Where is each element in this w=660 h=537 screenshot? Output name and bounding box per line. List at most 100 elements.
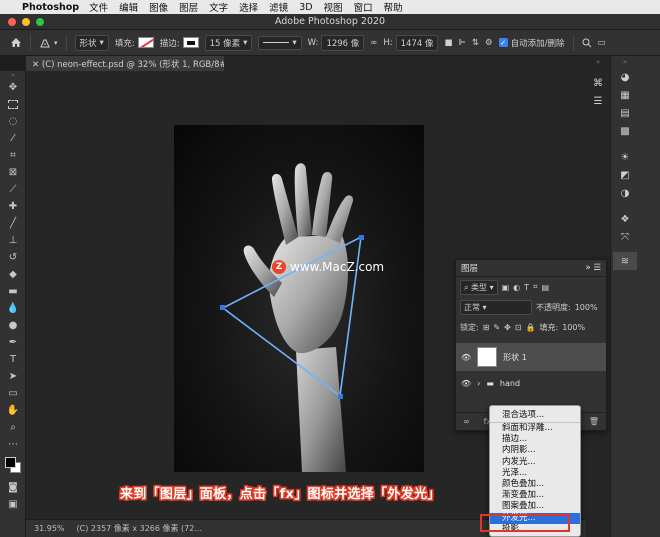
zoom-tool-icon[interactable]: ⌕ bbox=[0, 419, 26, 436]
path-arrangement-icon[interactable]: ⇅ bbox=[472, 38, 479, 48]
channels-panel-icon[interactable]: ❖ bbox=[613, 210, 637, 228]
menu-layer[interactable]: 图层 bbox=[179, 0, 198, 14]
learn-panel-icon[interactable]: ☀ bbox=[613, 148, 637, 166]
delete-layer-icon[interactable]: 🗑 bbox=[589, 417, 599, 426]
adjustments-panel-icon[interactable]: ◑ bbox=[613, 184, 637, 202]
layer-name[interactable]: 形状 1 bbox=[503, 352, 527, 363]
type-tool-icon[interactable]: T bbox=[0, 351, 26, 368]
gradient-tool-icon[interactable]: ▬ bbox=[0, 283, 26, 300]
layers-panel-icon[interactable]: ≋ bbox=[613, 252, 637, 270]
crop-tool-icon[interactable]: ⌗ bbox=[0, 147, 26, 164]
home-icon[interactable] bbox=[10, 37, 22, 48]
filter-smart-object-icon[interactable]: ▤ bbox=[542, 283, 550, 292]
menu-item-inner-glow[interactable]: 内发光... bbox=[490, 457, 580, 468]
shape-mode-select[interactable]: 形状 ▾ bbox=[74, 34, 109, 51]
dodge-tool-icon[interactable]: ● bbox=[0, 317, 26, 334]
magic-wand-tool-icon[interactable]: ⁄ bbox=[0, 130, 26, 147]
libraries-panel-icon[interactable]: ◩ bbox=[613, 166, 637, 184]
eyedropper-tool-icon[interactable]: ⟋ bbox=[0, 181, 26, 198]
layers-panel-title[interactable]: 图层 bbox=[461, 262, 478, 274]
pen-tool-preset[interactable]: ▾ bbox=[39, 37, 58, 49]
filter-kind-select[interactable]: ⌕ 类型 ▾ bbox=[460, 279, 498, 295]
blend-mode-select[interactable]: 正常 ▾ bbox=[460, 299, 532, 315]
path-selection-tool-icon[interactable]: ➤ bbox=[0, 368, 26, 385]
menu-item-satin[interactable]: 光泽... bbox=[490, 468, 580, 479]
lock-all-icon[interactable]: 🔒 bbox=[526, 323, 536, 332]
height-field[interactable]: H: 1474 像 bbox=[383, 34, 439, 51]
gear-icon[interactable]: ⚙ bbox=[485, 38, 493, 48]
layer-name[interactable]: hand bbox=[500, 379, 520, 388]
filter-type-icon[interactable]: T bbox=[524, 283, 529, 292]
menu-select[interactable]: 选择 bbox=[239, 0, 258, 14]
document-canvas[interactable] bbox=[174, 125, 424, 472]
app-menu[interactable]: Photoshop bbox=[22, 2, 79, 13]
more-tools-icon[interactable]: ⋯ bbox=[0, 436, 26, 453]
brush-tool-icon[interactable]: ╱ bbox=[0, 215, 26, 232]
color-swatches[interactable] bbox=[0, 453, 26, 479]
history-brush-tool-icon[interactable]: ↺ bbox=[0, 249, 26, 266]
menu-item-blending-options[interactable]: 混合选项... bbox=[490, 409, 580, 423]
pen-tool-icon[interactable]: ✒ bbox=[0, 334, 26, 351]
link-icon[interactable]: ∞ bbox=[370, 38, 377, 48]
stroke-swatch[interactable] bbox=[182, 37, 199, 48]
toolbar-collapse-icon[interactable]: » bbox=[0, 71, 26, 79]
stroke-width-input[interactable]: 15 像素 ▾ bbox=[204, 34, 253, 51]
screen-mode-icon[interactable]: ▣ bbox=[0, 496, 26, 513]
lasso-tool-icon[interactable]: ◌ bbox=[0, 113, 26, 130]
dock-collapse-icon[interactable]: « bbox=[586, 56, 610, 68]
move-tool-icon[interactable]: ✥ bbox=[0, 79, 26, 96]
menu-item-stroke[interactable]: 描边... bbox=[490, 434, 580, 445]
history-panel-icon[interactable]: ⌘ bbox=[586, 74, 610, 92]
foreground-color[interactable] bbox=[5, 457, 16, 468]
expand-group-icon[interactable]: › bbox=[477, 379, 480, 388]
menu-item-gradient-overlay[interactable]: 渐变叠加... bbox=[490, 490, 580, 501]
lock-pixels-icon[interactable]: ⊞ bbox=[483, 323, 490, 332]
close-tab-icon[interactable]: ✕ bbox=[32, 60, 42, 70]
path-operations-icon[interactable]: ■ bbox=[444, 38, 452, 48]
visibility-eye-icon[interactable]: 👁 bbox=[461, 353, 471, 362]
width-value[interactable]: 1296 像 bbox=[321, 34, 365, 51]
rectangle-tool-icon[interactable]: ▭ bbox=[0, 385, 26, 402]
layer-row[interactable]: 👁 › ▬ hand bbox=[456, 371, 606, 395]
menu-item-bevel-emboss[interactable]: 斜面和浮雕... bbox=[490, 423, 580, 434]
workspace-icon[interactable]: ▭ bbox=[598, 38, 606, 48]
fill-input[interactable]: 100% bbox=[562, 323, 585, 332]
marquee-tool-icon[interactable] bbox=[0, 96, 26, 113]
blur-tool-icon[interactable]: 💧 bbox=[0, 300, 26, 317]
lock-position-icon[interactable]: ✥ bbox=[504, 323, 511, 332]
height-value[interactable]: 1474 像 bbox=[395, 34, 439, 51]
zoom-level[interactable]: 31.95% bbox=[34, 524, 65, 533]
fill-control[interactable]: 填充: bbox=[115, 37, 154, 49]
stroke-control[interactable]: 描边: bbox=[160, 37, 199, 49]
paths-panel-icon[interactable]: ⤧ bbox=[613, 228, 637, 246]
menu-view[interactable]: 视图 bbox=[324, 0, 343, 14]
filter-pixel-icon[interactable]: ▣ bbox=[502, 283, 510, 292]
swatches-panel-icon[interactable]: ▦ bbox=[613, 86, 637, 104]
menu-edit[interactable]: 编辑 bbox=[119, 0, 138, 14]
clone-stamp-tool-icon[interactable]: ⊥ bbox=[0, 232, 26, 249]
patterns-panel-icon[interactable]: ▩ bbox=[613, 122, 637, 140]
fill-swatch[interactable] bbox=[137, 37, 154, 48]
properties-panel-icon[interactable]: ☰ bbox=[586, 92, 610, 110]
opacity-input[interactable]: 100% bbox=[575, 303, 598, 312]
menu-file[interactable]: 文件 bbox=[89, 0, 108, 14]
menu-item-inner-shadow[interactable]: 内阴影... bbox=[490, 445, 580, 456]
gradients-panel-icon[interactable]: ▤ bbox=[613, 104, 637, 122]
frame-tool-icon[interactable]: ⊠ bbox=[0, 164, 26, 181]
width-field[interactable]: W: 1296 像 bbox=[308, 34, 365, 51]
panel-menu-icon[interactable]: » ☰ bbox=[585, 263, 601, 273]
menu-item-color-overlay[interactable]: 颜色叠加... bbox=[490, 479, 580, 490]
stroke-type-select[interactable]: ▾ bbox=[258, 35, 302, 50]
menu-item-pattern-overlay[interactable]: 图案叠加... bbox=[490, 501, 580, 512]
link-layers-icon[interactable]: ∞ bbox=[463, 417, 470, 426]
menu-help[interactable]: 帮助 bbox=[384, 0, 403, 14]
search-icon[interactable] bbox=[582, 38, 592, 48]
menu-type[interactable]: 文字 bbox=[209, 0, 228, 14]
document-tab[interactable]: ✕ (C) neon-effect.psd @ 32% (形状 1, RGB/8… bbox=[26, 56, 224, 71]
layer-row[interactable]: 👁 形状 1 bbox=[456, 343, 606, 371]
visibility-eye-icon[interactable]: 👁 bbox=[461, 379, 471, 388]
menu-image[interactable]: 图像 bbox=[149, 0, 168, 14]
dock-expand-icon[interactable]: » bbox=[613, 56, 637, 68]
menu-window[interactable]: 窗口 bbox=[354, 0, 373, 14]
filter-adjustment-icon[interactable]: ◐ bbox=[513, 283, 520, 292]
